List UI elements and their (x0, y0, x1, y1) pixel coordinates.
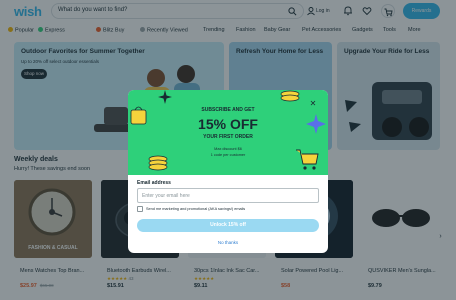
close-icon[interactable]: ✕ (309, 100, 317, 108)
email-field[interactable] (137, 188, 319, 203)
unlock-discount-button[interactable]: Unlock 15% off (137, 219, 319, 232)
modal-hero: SUBSCRIBE AND GET 15% OFF YOUR FIRST ORD… (128, 90, 328, 175)
no-thanks-link[interactable]: No thanks (128, 240, 328, 245)
decoration-sparkle-icon (158, 90, 172, 104)
modal-subheadline: YOUR FIRST ORDER (203, 134, 253, 140)
consent-label: Send me marketing and promotional (AKA s… (146, 207, 246, 211)
decoration-coins-icon (280, 90, 300, 102)
modal-eyebrow: SUBSCRIBE AND GET (201, 107, 255, 113)
subscribe-modal: SUBSCRIBE AND GET 15% OFF YOUR FIRST ORD… (128, 90, 328, 253)
marketing-consent-checkbox[interactable] (137, 206, 143, 212)
modal-fine-print: 1 code per customer (210, 153, 246, 157)
email-label: Email address (137, 180, 171, 186)
modal-fine-print: Max discount $6 (214, 147, 242, 151)
modal-headline: 15% OFF (198, 116, 258, 132)
